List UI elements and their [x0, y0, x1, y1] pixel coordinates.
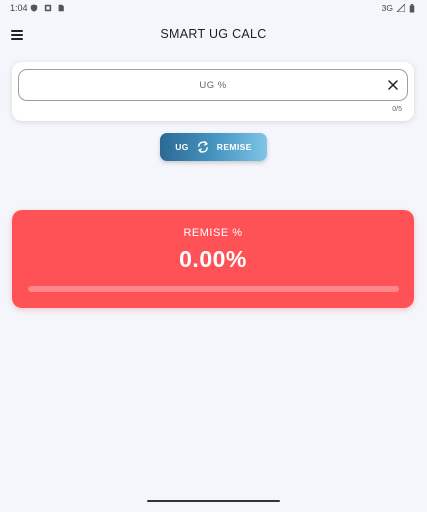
- toggle-right-label: REMISE: [216, 142, 252, 152]
- shield-icon: [30, 4, 38, 12]
- result-label: REMISE %: [183, 227, 243, 239]
- network-type: 3G: [381, 3, 393, 13]
- battery-icon: [409, 3, 415, 13]
- swap-icon: [197, 141, 208, 153]
- result-card: REMISE % 0.00%: [12, 210, 414, 308]
- status-indicators: 3G: [382, 3, 415, 13]
- input-card: 0/5: [12, 62, 414, 121]
- sim-card-icon: [58, 4, 64, 12]
- character-counter: 0/5: [392, 106, 402, 113]
- status-bar: 1:04 3G: [0, 0, 427, 18]
- notification-icon: [44, 4, 52, 12]
- result-value: 0.00%: [179, 246, 247, 272]
- page-title: SMART UG CALC: [160, 27, 267, 41]
- home-indicator[interactable]: [147, 500, 280, 502]
- status-time: 1:04: [10, 3, 28, 13]
- result-progress-bar: [28, 286, 399, 292]
- ug-remise-toggle-button[interactable]: UG REMISE: [160, 133, 267, 161]
- close-icon[interactable]: [387, 79, 399, 91]
- ug-input-field[interactable]: [18, 69, 408, 101]
- app-bar: SMART UG CALC: [0, 18, 427, 50]
- ug-input[interactable]: [19, 70, 407, 100]
- toggle-left-label: UG: [175, 142, 189, 152]
- signal-icon: [397, 4, 405, 12]
